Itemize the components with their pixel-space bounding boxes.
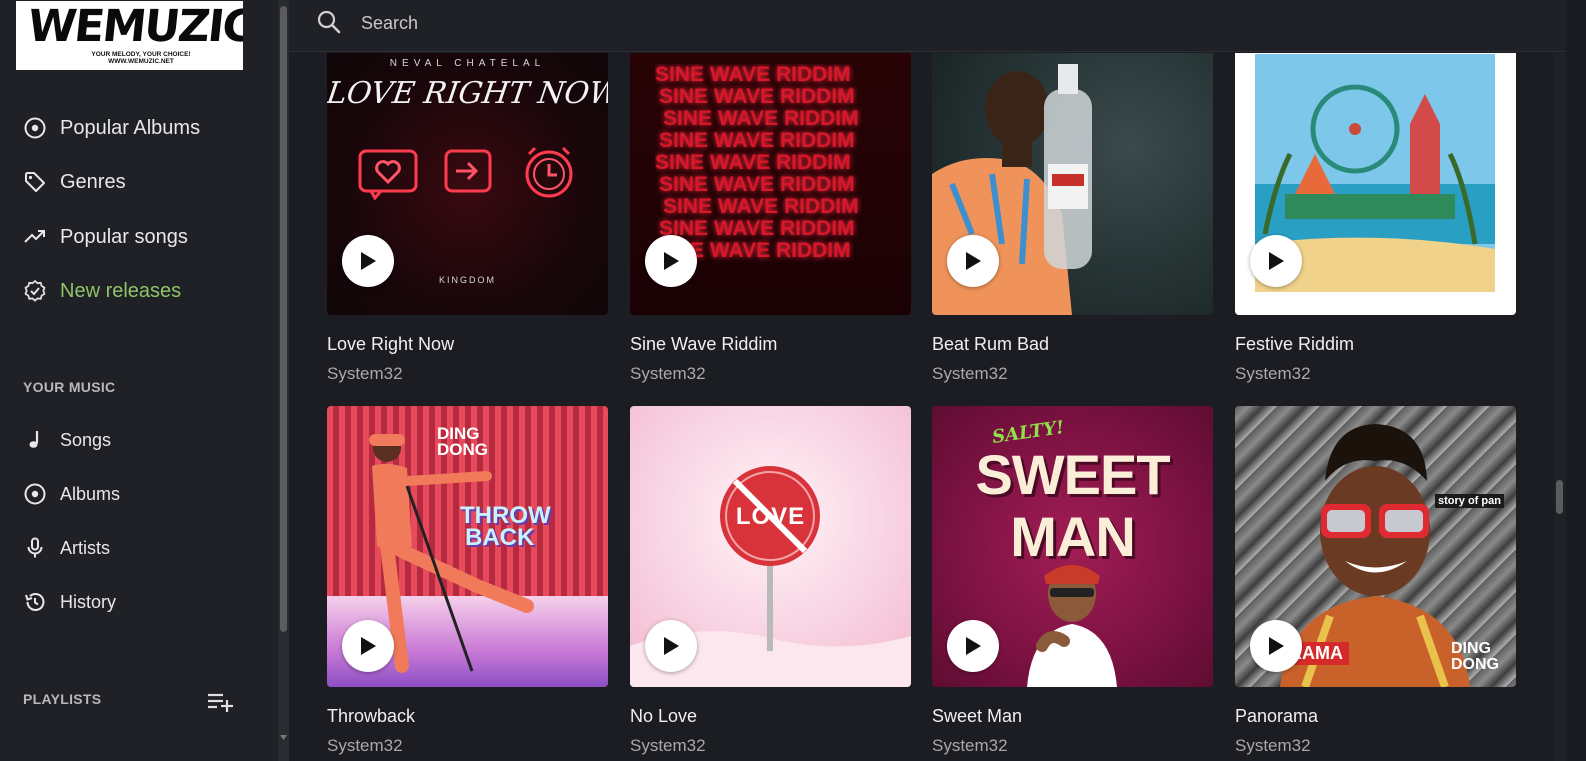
album-cover[interactable]: SALTY! SWEET MAN xyxy=(932,406,1213,687)
nav-label: Popular Albums xyxy=(60,116,201,139)
play-button[interactable] xyxy=(645,620,697,672)
album-title[interactable]: Panorama xyxy=(1235,706,1318,727)
album-artist[interactable]: System32 xyxy=(327,364,403,384)
play-button[interactable] xyxy=(342,235,394,287)
album-title[interactable]: No Love xyxy=(630,706,697,727)
nav-label: Genres xyxy=(60,170,126,193)
album-artist[interactable]: System32 xyxy=(1235,364,1311,384)
search-input[interactable] xyxy=(359,8,959,38)
logo[interactable]: WEMUZIC YOUR MELODY, YOUR CHOICE! WWW.WE… xyxy=(16,1,243,70)
cover-sign-text: LOVE xyxy=(735,503,806,530)
nav-item-new-releases[interactable]: New releases xyxy=(22,278,181,304)
neon-arrow-icon xyxy=(444,149,492,193)
album-artist[interactable]: System32 xyxy=(630,364,706,384)
microphone-icon xyxy=(22,535,48,561)
album-title[interactable]: Love Right Now xyxy=(327,334,454,355)
album-title[interactable]: Beat Rum Bad xyxy=(932,334,1049,355)
nav-item-popular-albums[interactable]: Popular Albums xyxy=(22,115,200,141)
album-title[interactable]: Throwback xyxy=(327,706,415,727)
nav-item-popular-songs[interactable]: Popular songs xyxy=(22,224,188,250)
main-scrollbar[interactable] xyxy=(1554,53,1566,761)
sidebar-item-artists[interactable]: Artists xyxy=(22,535,110,561)
logo-url: WWW.WEMUZIC.NET xyxy=(108,58,174,65)
play-button[interactable] xyxy=(947,235,999,287)
play-button[interactable] xyxy=(342,620,394,672)
album-artist[interactable]: System32 xyxy=(932,364,1008,384)
music-note-icon xyxy=(22,427,48,453)
album-cover[interactable]: story of pan RAMA DING DONG xyxy=(1235,406,1516,687)
sidebar-item-label: Artists xyxy=(60,537,111,558)
cover-wave-line: SINE WAVE RIDDIM xyxy=(659,173,855,196)
cover-wave-line: SINE WAVE RIDDIM xyxy=(663,107,859,130)
sidebar-item-albums[interactable]: Albums xyxy=(22,481,120,507)
nav-item-genres[interactable]: Genres xyxy=(22,169,126,195)
album-artist[interactable]: System32 xyxy=(327,736,403,756)
sidebar-item-label: Albums xyxy=(60,483,121,504)
play-button[interactable] xyxy=(645,235,697,287)
neon-clock-icon xyxy=(525,146,573,198)
play-button[interactable] xyxy=(947,620,999,672)
cover-side-text: story of pan xyxy=(1435,494,1504,508)
album-cover[interactable] xyxy=(1235,53,1516,315)
badge-check-icon xyxy=(22,278,48,304)
album-card[interactable]: Beat Rum Bad System32 xyxy=(932,53,1213,383)
album-grid: NEVAL CHATELAL LOVE RIGHT NOW KINGDOM Lo… xyxy=(289,53,1554,761)
play-button[interactable] xyxy=(1250,620,1302,672)
trending-icon xyxy=(22,224,48,250)
album-card[interactable]: Festive Riddim System32 xyxy=(1235,53,1516,383)
search-icon[interactable] xyxy=(315,8,343,36)
history-icon xyxy=(22,589,48,615)
cover-wave-pattern: SINE WAVE RIDDIM SINE WAVE RIDDIM SINE W… xyxy=(655,64,890,274)
logo-tagline: YOUR MELODY, YOUR CHOICE! xyxy=(91,51,191,58)
sidebar-item-songs[interactable]: Songs xyxy=(22,427,111,453)
main-scrollbar-thumb[interactable] xyxy=(1556,480,1563,514)
album-title[interactable]: Festive Riddim xyxy=(1235,334,1354,355)
album-artist[interactable]: System32 xyxy=(630,736,706,756)
cover-artist-text: NEVAL CHATELAL xyxy=(389,58,546,69)
nav-label: Popular songs xyxy=(60,225,188,248)
cover-wave-line: SINE WAVE RIDDIM xyxy=(663,195,859,218)
album-artist[interactable]: System32 xyxy=(1235,736,1311,756)
your-music-heading: YOUR MUSIC xyxy=(23,379,116,395)
album-card[interactable]: SALTY! SWEET MAN Sweet Man System32 xyxy=(932,406,1213,755)
album-card[interactable]: LOVE No Love System32 xyxy=(630,406,911,755)
cover-wave-line: SINE WAVE RIDDIM xyxy=(655,64,851,86)
playlist-add-icon[interactable] xyxy=(206,690,236,714)
cover-wave-line: SINE WAVE RIDDIM xyxy=(659,85,855,108)
sidebar-item-history[interactable]: History xyxy=(22,589,116,615)
cover-wave-line: SINE WAVE RIDDIM xyxy=(655,151,851,174)
album-artist[interactable]: System32 xyxy=(932,736,1008,756)
logo-title: WEMUZIC xyxy=(25,1,243,52)
top-bar xyxy=(289,0,1586,52)
album-icon xyxy=(22,115,48,141)
sidebar: WEMUZIC YOUR MELODY, YOUR CHOICE! WWW.WE… xyxy=(0,0,278,761)
sidebar-item-label: Songs xyxy=(60,429,112,450)
album-card[interactable]: story of pan RAMA DING DONG Panorama Sys… xyxy=(1235,406,1516,755)
cover-brand-text: DONG xyxy=(1451,656,1499,673)
nav-label: New releases xyxy=(60,279,182,302)
album-card[interactable]: NEVAL CHATELAL LOVE RIGHT NOW KINGDOM Lo… xyxy=(327,53,608,383)
playlists-heading: PLAYLISTS xyxy=(23,691,102,707)
sidebar-scrollbar-thumb[interactable] xyxy=(280,6,287,632)
cover-wave-line: SINE WAVE RIDDIM xyxy=(659,129,855,152)
tag-icon xyxy=(22,169,48,195)
cover-wave-line: SINE WAVE RIDDIM xyxy=(659,217,855,240)
play-button[interactable] xyxy=(1250,235,1302,287)
album-card[interactable]: SINE WAVE RIDDIM SINE WAVE RIDDIM SINE W… xyxy=(630,53,911,383)
album-icon xyxy=(22,481,48,507)
album-title[interactable]: Sweet Man xyxy=(932,706,1022,727)
sidebar-item-label: History xyxy=(60,591,117,612)
album-cover[interactable]: NEVAL CHATELAL LOVE RIGHT NOW KINGDOM xyxy=(327,53,608,315)
album-title[interactable]: Sine Wave Riddim xyxy=(630,334,777,355)
scroll-down-arrow-icon[interactable] xyxy=(280,729,287,740)
window-edge xyxy=(1566,0,1586,761)
album-cover[interactable]: LOVE xyxy=(630,406,911,687)
cover-title-text: LOVE RIGHT NOW xyxy=(327,76,608,111)
album-cover[interactable] xyxy=(932,53,1213,315)
album-cover[interactable]: DING DONG THROW BACK xyxy=(327,406,608,687)
neon-heart-icon xyxy=(358,149,418,200)
album-cover[interactable]: SINE WAVE RIDDIM SINE WAVE RIDDIM SINE W… xyxy=(630,53,911,315)
album-card[interactable]: DING DONG THROW BACK Throwback System32 xyxy=(327,406,608,755)
